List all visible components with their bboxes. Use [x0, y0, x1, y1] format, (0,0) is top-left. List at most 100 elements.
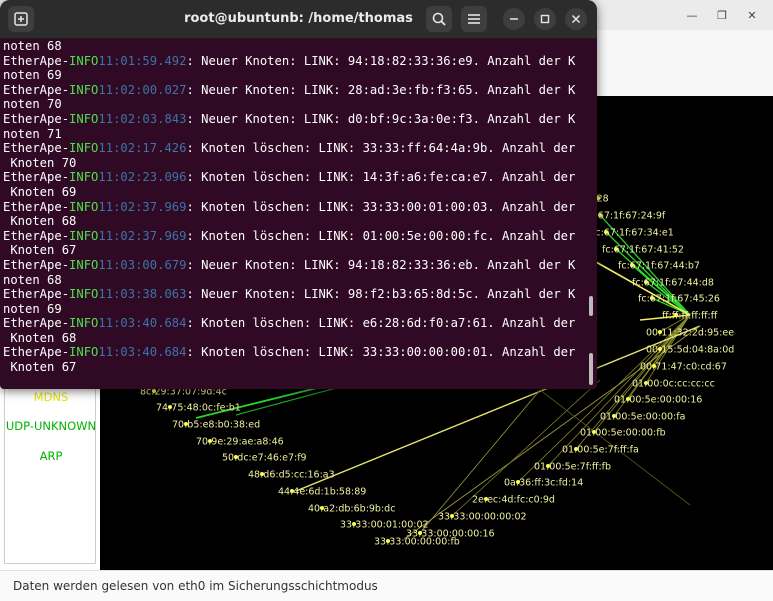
- graph-node-label[interactable]: 0a:36:ff:3c:fd:14: [504, 478, 583, 489]
- graph-node-label[interactable]: 01:00:5e:00:00:16: [614, 395, 702, 406]
- terminal-output[interactable]: noten 68 EtherApe-INFO11:01:59.492: Neuer…: [3, 39, 581, 387]
- log-message: : Knoten löschen: LINK: 33:33:00:00:00:0…: [186, 345, 576, 360]
- terminal-line: noten 71: [3, 127, 581, 142]
- graph-node-label[interactable]: 48:d6:d5:cc:16:a3: [248, 470, 335, 481]
- log-app-name: EtherApe-: [3, 170, 70, 185]
- log-level: INFO: [69, 287, 99, 302]
- log-timestamp: 11:02:00.027: [98, 82, 187, 97]
- terminal-line: noten 68: [3, 273, 581, 288]
- terminal-scrollbar-thumb[interactable]: [589, 296, 593, 316]
- log-message: : Knoten löschen: LINK: 01:00:5e:00:00:f…: [186, 228, 576, 243]
- close-button[interactable]: [565, 8, 587, 30]
- log-timestamp: 11:02:37.969: [98, 228, 187, 243]
- log-message: : Neuer Knoten: LINK: 98:f2:b3:65:8d:5c.…: [186, 287, 576, 302]
- log-message: : Neuer Knoten: LINK: 28:ad:3e:fb:f3:65.…: [186, 82, 576, 97]
- log-level: INFO: [69, 53, 99, 68]
- log-level: INFO: [69, 170, 99, 185]
- graph-node-label[interactable]: 33:33:00:00:00:fb: [374, 537, 460, 548]
- maximize-icon[interactable]: ❐: [711, 4, 733, 26]
- legend-protocol-udp-unknown[interactable]: UDP-UNKNOWN: [5, 419, 97, 433]
- minimize-button[interactable]: [503, 8, 525, 30]
- terminal-line: EtherApe-INFO11:01:59.492: Neuer Knoten:…: [3, 54, 581, 69]
- graph-node-label[interactable]: 74:75:48:0c:fe:b1: [156, 403, 241, 414]
- log-message: : Neuer Knoten: LINK: d0:bf:9c:3a:0e:f3.…: [186, 111, 576, 126]
- graph-node-label[interactable]: fc:67:1f:67:44:b7: [618, 261, 700, 272]
- terminal-window: root@ubuntunb: /home/thomas noten 68 Eth…: [0, 0, 597, 389]
- graph-node-label[interactable]: 70:9e:29:ae:a8:46: [196, 437, 284, 448]
- graph-link: [631, 264, 691, 316]
- terminal-line: Knoten 70: [3, 156, 581, 171]
- log-continuation: Knoten 67: [3, 360, 77, 375]
- log-app-name: EtherApe-: [3, 53, 70, 68]
- graph-node-label[interactable]: 00:71:47:c0:cd:67: [640, 362, 727, 373]
- maximize-icon: [540, 14, 550, 24]
- log-app-name: EtherApe-: [3, 82, 70, 97]
- terminal-line: Knoten 67: [3, 243, 581, 258]
- log-continuation: noten 68: [3, 272, 62, 287]
- log-message: : Neuer Knoten: LINK: 94:18:82:33:36:e9.…: [186, 53, 576, 68]
- log-continuation: noten 71: [3, 126, 62, 141]
- graph-node-label[interactable]: 40:a2:db:6b:9b:dc: [308, 504, 395, 515]
- log-level: INFO: [69, 199, 99, 214]
- graph-node-label[interactable]: 70:b5:e8:b0:38:ed: [172, 420, 260, 431]
- legend-protocol-arp[interactable]: ARP: [5, 449, 97, 463]
- graph-node-label[interactable]: fc:67:1f:67:34:e1: [592, 228, 674, 239]
- status-text: Daten werden gelesen von eth0 im Sicheru…: [13, 579, 378, 593]
- etherape-window-controls: — ❐ ✕: [681, 0, 773, 30]
- terminal-line: EtherApe-INFO11:03:40.684: Knoten lösche…: [3, 316, 581, 331]
- log-app-name: EtherApe-: [3, 111, 70, 126]
- terminal-line: EtherApe-INFO11:03:40.684: Knoten lösche…: [3, 345, 581, 360]
- graph-node-label[interactable]: fc:67:1f:67:41:52: [602, 245, 684, 256]
- log-level: INFO: [69, 257, 99, 272]
- log-continuation: noten 69: [3, 68, 62, 83]
- graph-node-label[interactable]: 44:4e:6d:1b:58:89: [278, 487, 366, 498]
- log-level: INFO: [69, 141, 99, 156]
- graph-node-label[interactable]: 01:00:5e:7f:ff:fa: [562, 445, 639, 456]
- graph-node-label[interactable]: 33:33:00:00:00:02: [438, 512, 527, 523]
- graph-node-label[interactable]: 2e:ec:4d:fc:c0:9d: [472, 495, 555, 506]
- terminal-line: EtherApe-INFO11:02:37.969: Knoten lösche…: [3, 229, 581, 244]
- graph-node-label[interactable]: 00:15:5d:04:8a:0d: [646, 345, 734, 356]
- terminal-line: EtherApe-INFO11:02:23.096: Knoten lösche…: [3, 170, 581, 185]
- log-message: : Knoten löschen: LINK: 33:33:00:01:00:0…: [186, 199, 576, 214]
- log-timestamp: 11:03:38.063: [98, 287, 187, 302]
- maximize-button[interactable]: [534, 8, 556, 30]
- log-timestamp: 11:03:40.684: [98, 316, 187, 331]
- legend-protocol-mdns[interactable]: MDNS: [5, 390, 97, 404]
- terminal-line: Knoten 67: [3, 360, 581, 375]
- graph-node-label[interactable]: ff:ff:ff:ff:ff:ff: [662, 311, 718, 322]
- graph-node-label[interactable]: 00:11:32:2d:95:ee: [646, 328, 734, 339]
- graph-node-label[interactable]: fc:67:1f:67:45:26: [638, 294, 720, 305]
- minimize-icon[interactable]: —: [681, 4, 703, 26]
- terminal-line: Knoten 68: [3, 214, 581, 229]
- graph-node-label[interactable]: 01:00:5e:7f:ff:fb: [534, 462, 611, 473]
- log-level: INFO: [69, 228, 99, 243]
- terminal-scrollbar-thumb-lower[interactable]: [589, 353, 593, 385]
- log-app-name: EtherApe-: [3, 141, 70, 156]
- menu-button[interactable]: [461, 6, 487, 32]
- log-app-name: EtherApe-: [3, 287, 70, 302]
- graph-node-label[interactable]: fc:67:1f:67:44:d8: [632, 278, 714, 289]
- log-continuation: Knoten 68: [3, 214, 77, 229]
- log-level: INFO: [69, 316, 99, 331]
- log-continuation: Knoten 70: [3, 155, 77, 170]
- terminal-line: EtherApe-INFO11:02:00.027: Neuer Knoten:…: [3, 83, 581, 98]
- log-continuation: noten 68: [3, 39, 62, 53]
- graph-node-label[interactable]: 33:33:00:01:00:02: [340, 520, 429, 531]
- terminal-line: Knoten 69: [3, 185, 581, 200]
- log-continuation: Knoten 67: [3, 243, 77, 258]
- search-button[interactable]: [426, 6, 452, 32]
- log-timestamp: 11:01:59.492: [98, 53, 187, 68]
- log-timestamp: 11:03:40.684: [98, 345, 187, 360]
- log-continuation: Knoten 69: [3, 184, 77, 199]
- terminal-headerbar: root@ubuntunb: /home/thomas: [0, 0, 597, 39]
- log-app-name: EtherApe-: [3, 199, 70, 214]
- graph-node-label[interactable]: fc:67:1f:67:24:9f: [586, 211, 666, 222]
- close-icon[interactable]: ✕: [741, 4, 763, 26]
- graph-node-label[interactable]: 01:00:5e:00:00:fb: [580, 428, 666, 439]
- graph-node-label[interactable]: 50:dc:e7:46:e7:f9: [222, 453, 307, 464]
- log-level: INFO: [69, 111, 99, 126]
- log-timestamp: 11:02:03.843: [98, 111, 187, 126]
- graph-node-label[interactable]: 01:00:5e:00:00:fa: [600, 412, 685, 423]
- graph-node-label[interactable]: 01:00:0c:cc:cc:cc: [632, 379, 715, 390]
